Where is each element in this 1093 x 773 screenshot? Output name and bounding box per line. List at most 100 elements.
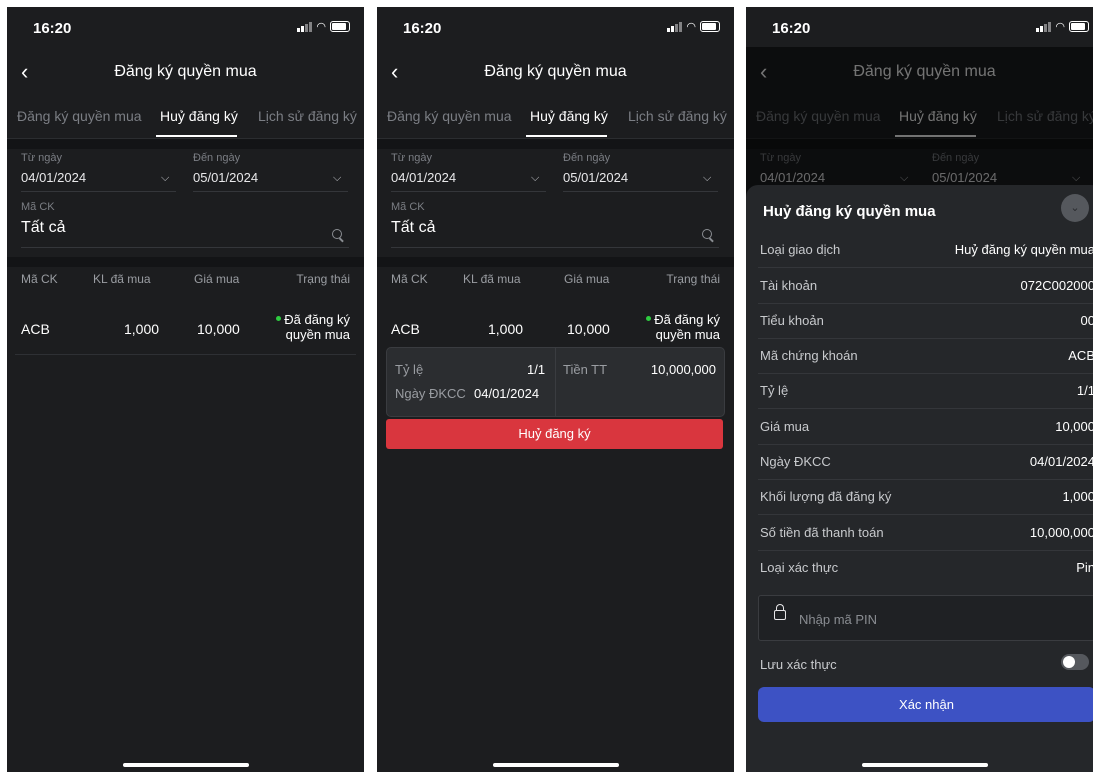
status-icons: ◠	[667, 21, 720, 33]
row-label: Số tiền đã thanh toán	[760, 525, 884, 540]
to-date-label: Đến ngày	[193, 152, 241, 164]
detail-row: Loại giao dịch Huỷ đăng ký quyền mua	[758, 232, 1093, 268]
cancel-registration-button[interactable]: Huỷ đăng ký	[386, 419, 723, 449]
status-time: 16:20	[33, 20, 72, 37]
symbol-label: Mã CK	[391, 201, 425, 213]
screen-expanded: 16:20 ◠ ‹ Đăng ký quyền mua Đăng ký quyề…	[377, 7, 734, 772]
filter-panel: Từ ngày 04/01/2024 ⌵ Đến ngày 05/01/2024…	[377, 150, 734, 262]
tab-history[interactable]: Lịch sử đăng ký	[258, 108, 357, 124]
tab-bar: Đăng ký quyền mua Huỷ đăng ký Lịch sử đă…	[377, 102, 734, 139]
record-date-value: 04/01/2024	[474, 386, 540, 401]
screen-list: 16:20 ◠ ‹ Đăng ký quyền mua Đăng ký quyề…	[7, 7, 364, 772]
to-date-field[interactable]: 05/01/2024	[193, 170, 258, 185]
sheet-title: Huỷ đăng ký quyền mua	[763, 203, 936, 220]
filter-panel: Từ ngày 04/01/2024 ⌵ Đến ngày 05/01/2024…	[7, 150, 364, 262]
row-value: Pin	[1076, 560, 1093, 575]
home-indicator	[122, 763, 249, 767]
status-time: 16:20	[772, 20, 811, 37]
wifi-icon: ◠	[316, 21, 326, 33]
row-price: 10,000	[197, 321, 240, 337]
row-value: Huỷ đăng ký quyền mua	[954, 242, 1093, 257]
chevron-down-icon[interactable]: ⌵	[531, 172, 539, 185]
row-detail-card: Tỷ lệ 1/1 Ngày ĐKCC 04/01/2024 Tiền TT 1…	[386, 347, 725, 417]
row-label: Ngày ĐKCC	[760, 454, 831, 469]
section-divider	[377, 139, 734, 149]
table-row[interactable]: ACB 1,000 10,000 Đã đăng ký quyền mua	[385, 300, 726, 354]
status-bar: 16:20 ◠	[377, 7, 734, 47]
row-quantity: 1,000	[488, 321, 524, 337]
wifi-icon: ◠	[1055, 21, 1065, 33]
status-dot-icon	[276, 316, 282, 322]
pin-field[interactable]	[758, 595, 1093, 641]
wifi-icon: ◠	[686, 21, 696, 33]
lock-icon	[774, 604, 786, 620]
signal-icon	[1036, 22, 1052, 32]
col-price: Giá mua	[564, 272, 610, 286]
table-header: Mã CK KL đã mua Giá mua Trạng thái	[377, 272, 734, 300]
chevron-down-icon[interactable]: ⌵	[703, 172, 711, 185]
row-label: Loại giao dịch	[760, 242, 841, 257]
col-symbol: Mã CK	[21, 272, 58, 286]
symbol-underline	[391, 247, 719, 248]
nav-bar: ‹ Đăng ký quyền mua	[7, 57, 364, 87]
tab-cancel[interactable]: Huỷ đăng ký	[530, 108, 608, 124]
symbol-search-field[interactable]: Tất cả	[391, 219, 435, 237]
close-icon[interactable]: ⌄	[1061, 194, 1089, 222]
col-status: Trạng thái	[666, 272, 720, 286]
detail-row: Số tiền đã thanh toán 10,000,000	[758, 515, 1093, 551]
battery-icon	[700, 21, 720, 32]
screen-confirm: 16:20 ◠ ‹ Đăng ký quyền mua Đăng ký quyề…	[746, 7, 1093, 772]
signal-icon	[297, 22, 313, 32]
save-auth-toggle[interactable]	[1061, 654, 1089, 670]
signal-icon	[667, 22, 683, 32]
row-symbol: ACB	[21, 321, 50, 337]
ratio-label: Tỷ lệ	[395, 362, 424, 377]
row-value: 10,000,000	[1029, 525, 1093, 540]
active-tab-indicator	[156, 135, 237, 137]
chevron-down-icon[interactable]: ⌵	[333, 172, 341, 185]
from-date-field[interactable]: 04/01/2024	[21, 170, 86, 185]
row-value: 04/01/2024	[1029, 454, 1093, 469]
page-title: Đăng ký quyền mua	[114, 63, 257, 80]
col-quantity: KL đã mua	[93, 272, 151, 286]
payment-value: 10,000,000	[650, 362, 716, 377]
row-value: 10,000	[1055, 419, 1093, 434]
to-date-field[interactable]: 05/01/2024	[563, 170, 628, 185]
symbol-search-field[interactable]: Tất cả	[21, 219, 65, 237]
table-row[interactable]: ACB 1,000 10,000 Đã đăng ký quyền mua	[15, 300, 356, 355]
row-label: Tài khoản	[760, 278, 818, 293]
tab-history[interactable]: Lịch sử đăng ký	[628, 108, 727, 124]
to-date-label: Đến ngày	[563, 152, 611, 164]
page-title: Đăng ký quyền mua	[484, 63, 627, 80]
row-value: 00	[1080, 313, 1093, 328]
table-header: Mã CK KL đã mua Giá mua Trạng thái	[7, 272, 364, 300]
from-date-underline	[21, 191, 176, 192]
pin-input[interactable]	[797, 606, 1041, 632]
status-icons: ◠	[1036, 21, 1089, 33]
ratio-value: 1/1	[527, 362, 546, 377]
confirm-button[interactable]: Xác nhận	[758, 687, 1093, 722]
detail-row: Ngày ĐKCC 04/01/2024	[758, 444, 1093, 480]
to-date-underline	[563, 191, 718, 192]
tab-register[interactable]: Đăng ký quyền mua	[387, 108, 512, 124]
section-divider	[7, 139, 364, 149]
detail-row: Tài khoản 072C002000	[758, 268, 1093, 304]
row-price: 10,000	[567, 321, 610, 337]
payment-label: Tiền TT	[563, 362, 608, 377]
row-value: 1,000	[1062, 489, 1093, 504]
battery-icon	[330, 21, 350, 32]
tab-register[interactable]: Đăng ký quyền mua	[17, 108, 142, 124]
detail-row: Loại xác thực Pin	[758, 550, 1093, 585]
chevron-down-icon[interactable]: ⌵	[161, 172, 169, 185]
search-icon[interactable]	[702, 229, 712, 239]
section-divider	[377, 257, 734, 267]
from-date-field[interactable]: 04/01/2024	[391, 170, 456, 185]
symbol-underline	[21, 247, 349, 248]
status-dot-icon	[646, 316, 652, 322]
row-label: Tiểu khoản	[760, 313, 824, 328]
tab-cancel[interactable]: Huỷ đăng ký	[160, 108, 238, 124]
search-icon[interactable]	[332, 229, 342, 239]
status-bar: 16:20 ◠	[7, 7, 364, 47]
home-indicator	[492, 763, 619, 767]
row-label: Loại xác thực	[760, 560, 839, 575]
